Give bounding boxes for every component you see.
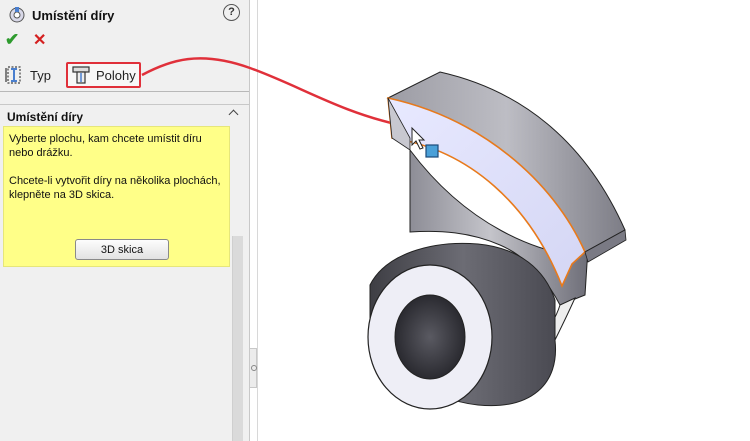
cylinder-bore: [394, 294, 466, 380]
face-selection-marker-icon: [425, 144, 439, 158]
graphics-area: [141, 57, 627, 410]
callout-arrow: [141, 57, 401, 127]
